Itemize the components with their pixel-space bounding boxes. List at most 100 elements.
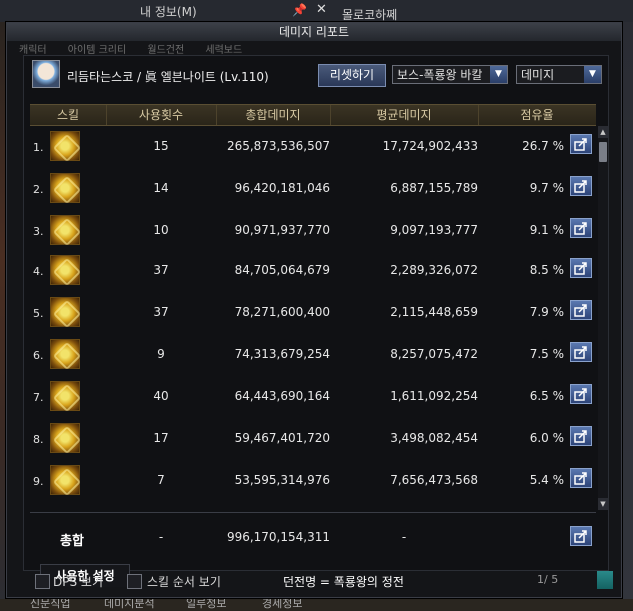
row-share: 5.4 % — [529, 473, 564, 487]
table-row: 9. 7 53,595,314,976 7,656,473,568 5.4 % — [30, 460, 596, 500]
row-rank: 1. — [33, 141, 44, 154]
window-titlebar[interactable]: 데미지 리포트 — [7, 23, 621, 41]
column-header-total-damage[interactable]: 총합데미지 — [216, 105, 331, 125]
skill-order-checkbox[interactable] — [127, 574, 142, 589]
pin-icon[interactable]: 📌 — [292, 3, 307, 17]
export-icon — [574, 138, 587, 151]
boss-select-value: 보스-폭룡왕 바칼 — [397, 68, 483, 82]
row-total-damage: 84,705,064,679 — [234, 263, 330, 277]
total-uses: - — [158, 530, 164, 544]
row-rank: 5. — [33, 307, 44, 320]
row-uses: 9 — [157, 347, 165, 361]
skill-icon — [50, 465, 82, 497]
table-row: 8. 17 59,467,401,720 3,498,082,454 6.0 % — [30, 418, 596, 458]
row-average-damage: 17,724,902,433 — [382, 139, 478, 153]
total-average: - — [401, 530, 407, 544]
row-share: 9.1 % — [529, 223, 564, 237]
row-share: 7.5 % — [529, 347, 564, 361]
export-button[interactable] — [570, 468, 592, 488]
background-bottom-bar: 신문직업 데미지분석 일루정보 경세정보 — [0, 597, 633, 611]
column-header-share[interactable]: 점유율 — [478, 105, 596, 125]
total-row: 총합 - 996,170,154,311 - — [30, 516, 596, 556]
character-avatar — [32, 60, 60, 88]
export-button[interactable] — [570, 426, 592, 446]
export-icon — [574, 346, 587, 359]
total-label: 총합 — [60, 534, 84, 549]
row-average-damage: 3,498,082,454 — [390, 431, 478, 445]
skill-icon — [50, 339, 82, 371]
row-total-damage: 78,271,600,400 — [234, 305, 330, 319]
skill-icon — [50, 215, 82, 247]
table-row: 5. 37 78,271,600,400 2,115,448,659 7.9 % — [30, 292, 596, 332]
export-button[interactable] — [570, 526, 592, 546]
report-footer: DPS 보기 스킬 순서 보기 던전명 = 폭룡왕의 정전 1/ 5 — [7, 569, 621, 593]
export-icon — [574, 180, 587, 193]
row-uses: 14 — [153, 181, 169, 195]
faded-tab-strip: 캐릭터 아이템 크리티 월드건전 세력보드 — [19, 41, 609, 56]
damage-type-select[interactable]: 데미지 ▼ — [516, 65, 602, 84]
chevron-down-icon[interactable]: ▼ — [490, 66, 507, 83]
row-rank: 2. — [33, 183, 44, 196]
row-total-damage: 265,873,536,507 — [226, 139, 330, 153]
scrollbar-thumb[interactable] — [599, 142, 607, 162]
row-share: 8.5 % — [529, 263, 564, 277]
export-button[interactable] — [570, 342, 592, 362]
close-icon[interactable]: ✕ — [316, 2, 327, 17]
export-icon — [574, 430, 587, 443]
skill-table-body: 1. 15 265,873,536,507 17,724,902,433 26.… — [30, 126, 596, 506]
skill-icon — [50, 297, 82, 329]
row-average-damage: 1,611,092,254 — [390, 389, 478, 403]
column-header-uses[interactable]: 사용횟수 — [106, 105, 217, 125]
row-average-damage: 6,887,155,789 — [390, 181, 478, 195]
row-uses: 37 — [153, 263, 169, 277]
export-button[interactable] — [570, 258, 592, 278]
row-average-damage: 2,289,326,072 — [390, 263, 478, 277]
table-header: 스킬 사용횟수 총합데미지 평균데미지 점유율 — [30, 104, 596, 126]
row-total-damage: 90,971,937,770 — [234, 223, 330, 237]
column-header-average-damage[interactable]: 평균데미지 — [330, 105, 479, 125]
row-total-damage: 59,467,401,720 — [234, 431, 330, 445]
export-button[interactable] — [570, 134, 592, 154]
row-average-damage: 8,257,075,472 — [390, 347, 478, 361]
table-row: 4. 37 84,705,064,679 2,289,326,072 8.5 % — [30, 250, 596, 290]
scroll-down-icon[interactable]: ▼ — [598, 498, 608, 510]
row-rank: 9. — [33, 475, 44, 488]
table-row: 2. 14 96,420,181,046 6,887,155,789 9.7 % — [30, 168, 596, 208]
export-button[interactable] — [570, 176, 592, 196]
row-uses: 40 — [153, 389, 169, 403]
table-scrollbar[interactable]: ▲ ▼ — [598, 126, 608, 510]
scroll-up-icon[interactable]: ▲ — [598, 126, 608, 138]
export-button[interactable] — [570, 218, 592, 238]
row-uses: 17 — [153, 431, 169, 445]
export-icon — [574, 530, 587, 543]
column-header-skill[interactable]: 스킬 — [30, 105, 107, 125]
export-button[interactable] — [570, 384, 592, 404]
row-uses: 7 — [157, 473, 165, 487]
row-average-damage: 2,115,448,659 — [390, 305, 478, 319]
row-share: 7.9 % — [529, 305, 564, 319]
table-row: 1. 15 265,873,536,507 17,724,902,433 26.… — [30, 126, 596, 166]
dps-view-checkbox[interactable] — [35, 574, 50, 589]
row-share: 26.7 % — [522, 139, 564, 153]
export-icon — [574, 262, 587, 275]
row-share: 9.7 % — [529, 181, 564, 195]
table-row: 6. 9 74,313,679,254 8,257,075,472 7.5 % — [30, 334, 596, 374]
reset-button[interactable]: 리셋하기 — [318, 64, 386, 87]
skill-icon — [50, 131, 82, 163]
export-button[interactable] — [570, 300, 592, 320]
row-rank: 4. — [33, 265, 44, 278]
window-title: 데미지 리포트 — [278, 25, 350, 39]
total-damage: 996,170,154,311 — [226, 530, 330, 544]
next-page-button[interactable] — [597, 571, 613, 589]
skill-icon — [50, 423, 82, 455]
row-rank: 6. — [33, 349, 44, 362]
damage-type-value: 데미지 — [521, 68, 555, 82]
damage-report-window: 데미지 리포트 캐릭터 아이템 크리티 월드건전 세력보드 리듬타는스코 / 眞… — [6, 22, 622, 598]
row-uses: 37 — [153, 305, 169, 319]
export-icon — [574, 222, 587, 235]
boss-select[interactable]: 보스-폭룡왕 바칼 ▼ — [392, 65, 508, 84]
row-share: 6.5 % — [529, 389, 564, 403]
chevron-down-icon[interactable]: ▼ — [584, 66, 601, 83]
row-total-damage: 53,595,314,976 — [234, 473, 330, 487]
row-rank: 3. — [33, 225, 44, 238]
